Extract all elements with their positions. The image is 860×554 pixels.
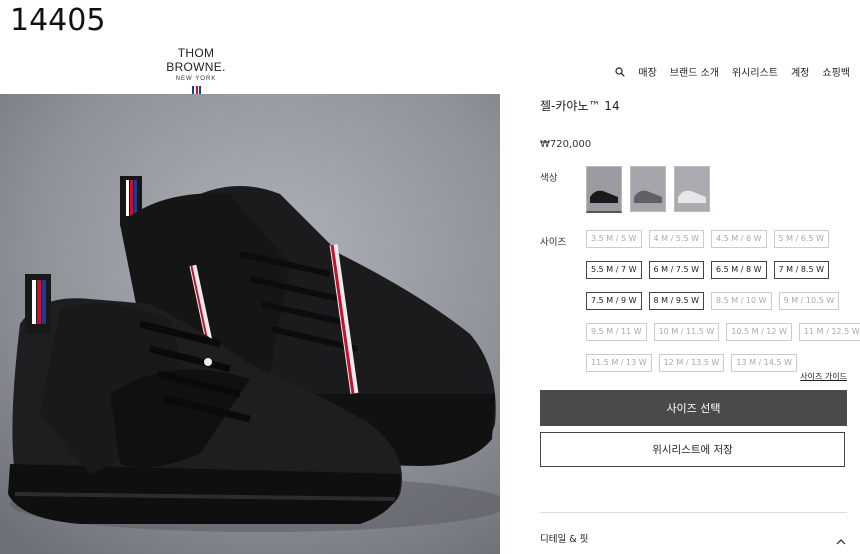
product-price: ₩720,000 bbox=[540, 139, 592, 150]
color-swatch-grey[interactable] bbox=[630, 166, 666, 212]
size-option[interactable]: 5 M / 6.5 W bbox=[773, 230, 829, 248]
size-option[interactable]: 8 M / 9.5 W bbox=[648, 292, 704, 310]
size-option[interactable]: 8.5 M / 10 W bbox=[711, 292, 772, 310]
search-icon[interactable] bbox=[615, 66, 626, 77]
logo-brand: THOM BROWNE. bbox=[166, 46, 226, 74]
size-row: 11.5 M / 13 W 12 M / 13.5 W 13 M / 14.5 W bbox=[586, 354, 848, 372]
size-row: 3.5 M / 5 W 4 M / 5.5 W 4.5 M / 6 W 5 M / 6… bbox=[586, 230, 848, 248]
size-option[interactable]: 4.5 M / 6 W bbox=[711, 230, 767, 248]
size-option[interactable]: 11 M / 12.5 W bbox=[798, 323, 860, 341]
size-option[interactable]: 10.5 M / 12 W bbox=[726, 323, 792, 341]
size-option[interactable]: 6 M / 7.5 W bbox=[648, 261, 704, 279]
size-row: 9.5 M / 11 W 10 M / 11.5 W 10.5 M / 12 W 11… bbox=[586, 323, 860, 341]
size-option[interactable]: 11.5 M / 13 W bbox=[586, 354, 652, 372]
product-title: 젤-카야노™ 14 bbox=[540, 99, 620, 113]
size-row: 5.5 M / 7 W 6 M / 7.5 W 6.5 M / 8 W 7 M / 8… bbox=[586, 261, 848, 279]
brand-logo[interactable]: THOM BROWNE. NEW YORK bbox=[150, 46, 242, 96]
save-to-wishlist-button[interactable]: 위시리스트에 저장 bbox=[540, 432, 845, 467]
nav-shopping-bag[interactable]: 쇼핑백 bbox=[822, 64, 850, 79]
color-label: 색상 bbox=[540, 173, 558, 184]
size-option[interactable]: 10 M / 11.5 W bbox=[653, 323, 720, 341]
divider bbox=[540, 512, 847, 513]
size-option[interactable]: 5.5 M / 7 W bbox=[586, 261, 642, 279]
size-option[interactable]: 13 M / 14.5 W bbox=[731, 354, 798, 372]
size-option[interactable]: 3.5 M / 5 W bbox=[586, 230, 642, 248]
size-row: 7.5 M / 9 W 8 M / 9.5 W 8.5 M / 10 W 9 M / … bbox=[586, 292, 848, 310]
color-swatch-white[interactable] bbox=[674, 166, 710, 212]
size-label: 사이즈 bbox=[540, 237, 567, 248]
color-swatches bbox=[586, 166, 710, 213]
size-option[interactable]: 4 M / 5.5 W bbox=[648, 230, 704, 248]
nav-account[interactable]: 계정 bbox=[791, 64, 809, 79]
overlay-number: 14405 bbox=[10, 3, 106, 38]
size-option[interactable]: 6.5 M / 8 W bbox=[711, 261, 767, 279]
nav-wishlist[interactable]: 위시리스트 bbox=[732, 64, 778, 79]
size-option[interactable]: 9 M / 10.5 W bbox=[778, 292, 840, 310]
size-grid: 3.5 M / 5 W 4 M / 5.5 W 4.5 M / 6 W 5 M / 6… bbox=[586, 230, 860, 385]
size-option[interactable]: 9.5 M / 11 W bbox=[586, 323, 647, 341]
size-option[interactable]: 12 M / 13.5 W bbox=[658, 354, 725, 372]
logo-city: NEW YORK bbox=[175, 76, 217, 82]
size-guide-link[interactable]: 사이즈 가이드 bbox=[800, 371, 847, 382]
top-nav: 매장 브랜드 소개 위시리스트 계정 쇼핑백 bbox=[615, 64, 850, 79]
nav-brand-intro[interactable]: 브랜드 소개 bbox=[670, 64, 719, 79]
product-image[interactable] bbox=[0, 94, 500, 554]
select-size-button[interactable]: 사이즈 선택 bbox=[540, 390, 847, 426]
size-option[interactable]: 7.5 M / 9 W bbox=[586, 292, 642, 310]
chevron-up-icon[interactable] bbox=[836, 531, 846, 545]
size-option[interactable]: 7 M / 8.5 W bbox=[773, 261, 829, 279]
nav-stores[interactable]: 매장 bbox=[638, 64, 656, 79]
details-fit-toggle[interactable]: 디테일 & 핏 bbox=[540, 531, 588, 545]
color-swatch-black[interactable] bbox=[586, 166, 622, 213]
